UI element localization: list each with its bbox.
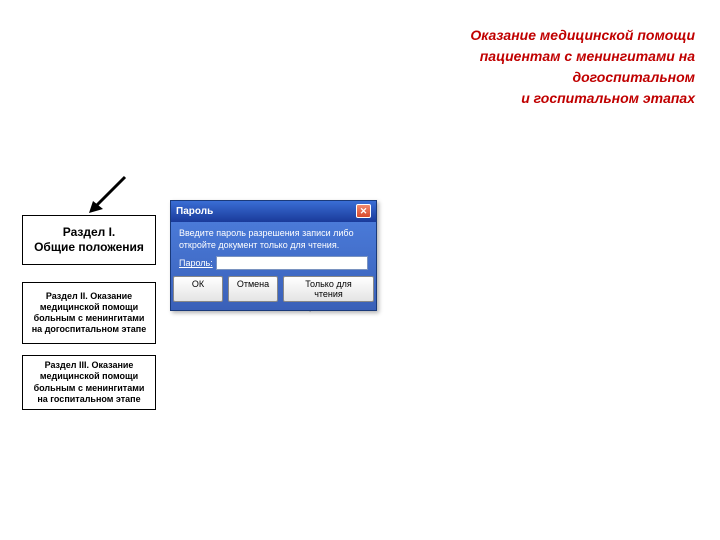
- dialog-body: Введите пароль разрешения записи либо от…: [171, 222, 376, 310]
- password-dialog: Пароль ✕ Введите пароль разрешения запис…: [170, 200, 377, 311]
- dialog-titlebar: Пароль ✕: [171, 201, 376, 222]
- section-3-box[interactable]: Раздел III. Оказание медицинской помощи …: [22, 355, 156, 410]
- dialog-title-text: Пароль: [176, 206, 213, 217]
- title-line-2: пациентам с менингитами на догоспитально…: [480, 48, 695, 85]
- close-icon[interactable]: ✕: [356, 204, 371, 218]
- title-line-3: и госпитальном этапах: [521, 90, 695, 106]
- password-label: Пароль:: [179, 258, 213, 268]
- section-3-label: Раздел III. Оказание медицинской помощи …: [29, 360, 149, 405]
- cancel-button[interactable]: Отмена: [228, 276, 278, 302]
- section-1-label: Раздел I. Общие положения: [34, 225, 144, 255]
- ok-button[interactable]: ОК: [173, 276, 223, 302]
- dialog-button-row: ОК Отмена Только для чтения: [179, 276, 368, 302]
- arrow-to-section-1: [85, 175, 135, 217]
- password-row: Пароль:: [179, 256, 368, 270]
- dialog-instruction: Введите пароль разрешения записи либо от…: [179, 228, 368, 251]
- section-1-box[interactable]: Раздел I. Общие положения: [22, 215, 156, 265]
- page-title: Оказание медицинской помощи пациентам с …: [385, 25, 695, 109]
- section-2-label: Раздел II. Оказание медицинской помощи б…: [29, 291, 149, 336]
- readonly-button[interactable]: Только для чтения: [283, 276, 374, 302]
- password-input[interactable]: [216, 256, 368, 270]
- section-2-box[interactable]: Раздел II. Оказание медицинской помощи б…: [22, 282, 156, 344]
- title-line-1: Оказание медицинской помощи: [470, 27, 695, 43]
